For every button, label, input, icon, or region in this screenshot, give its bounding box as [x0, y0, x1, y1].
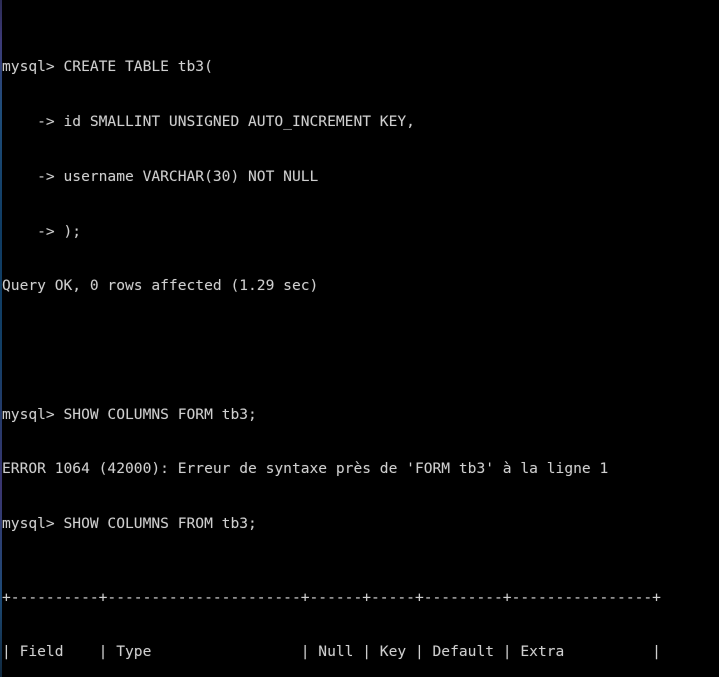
- continuation-line-username-column: -> username VARCHAR(30) NOT NULL: [2, 167, 319, 185]
- command-line-create-table: mysql> CREATE TABLE tb3(: [2, 57, 213, 75]
- columns-table-header-row: | Field | Type | Null | Key | Default | …: [2, 643, 661, 661]
- terminal-window[interactable]: mysql> CREATE TABLE tb3( -> id SMALLINT …: [0, 0, 719, 677]
- window-left-edge: [0, 0, 2, 677]
- command-line-show-columns-typo: mysql> SHOW COLUMNS FORM tb3;: [2, 405, 257, 423]
- error-line-syntax-1064: ERROR 1064 (42000): Erreur de syntaxe pr…: [2, 460, 609, 478]
- columns-table-top-border: +----------+----------------------+-----…: [2, 588, 661, 606]
- result-line-create-table: Query OK, 0 rows affected (1.29 sec): [2, 277, 319, 295]
- command-line-show-columns: mysql> SHOW COLUMNS FROM tb3;: [2, 515, 257, 533]
- continuation-line-close-paren: -> );: [2, 222, 82, 240]
- continuation-line-id-column: -> id SMALLINT UNSIGNED AUTO_INCREMENT K…: [2, 112, 415, 130]
- terminal-output-area[interactable]: mysql> CREATE TABLE tb3( -> id SMALLINT …: [2, 3, 719, 677]
